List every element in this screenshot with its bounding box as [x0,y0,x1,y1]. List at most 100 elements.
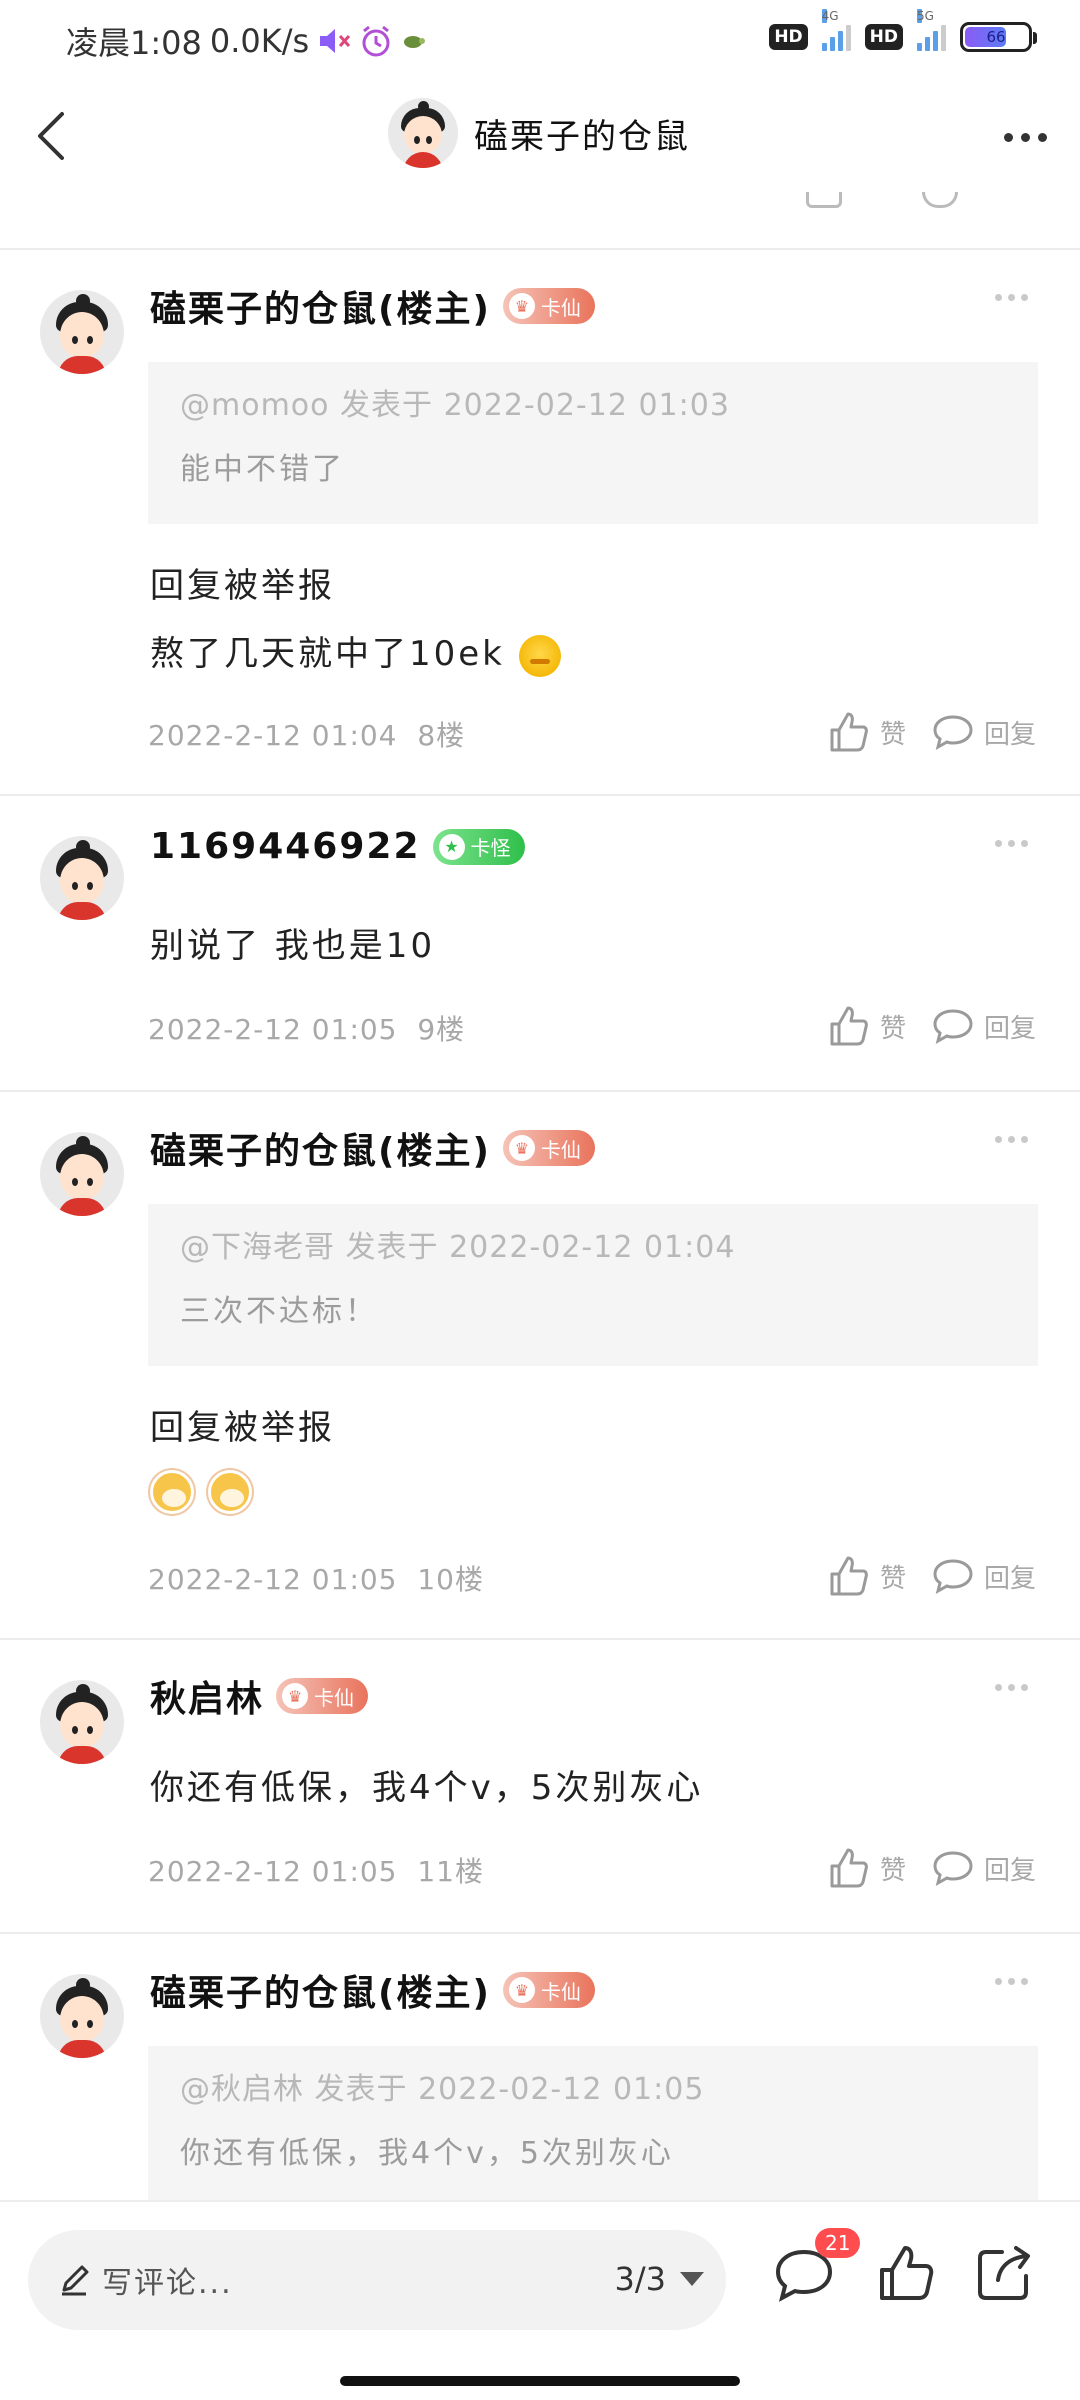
username[interactable]: 磕栗子的仓鼠(楼主) [150,1122,491,1174]
page-title: 磕栗子的仓鼠 [474,116,690,157]
speech-bubble-icon [933,715,973,750]
badge-label: 卡仙 [314,1685,355,1710]
crown-icon: ♛ [508,1977,535,2003]
status-right: HD 4G HD 5G 66 [769,9,1037,52]
comment-date: 2022-2-12 01:04 [148,719,398,752]
like-icon[interactable] [806,192,842,208]
page-indicator: 3/3 [614,2260,667,2298]
comment-item: 磕栗子的仓鼠(楼主) ♛ 卡仙 @momoo 发表于 2022-02-12 01:… [0,250,1080,796]
like-button[interactable]: 赞 [826,1846,906,1890]
avatar[interactable] [40,1680,124,1764]
comment-meta: 2022-2-12 01:05 9楼 [148,1008,465,1048]
floor-number: 10楼 [417,1563,484,1596]
like-button[interactable]: 赞 [826,1554,906,1598]
comment-text-line: 熬了几天就中了10ek [150,626,561,677]
comment-actions: 赞 回复 [826,1846,1036,1890]
badge-label: 卡仙 [540,1979,581,2004]
username[interactable]: 磕栗子的仓鼠(楼主) [150,1964,491,2016]
clock-text: 凌晨1:08 [66,24,202,62]
reply-button[interactable]: 回复 [932,1849,1036,1887]
header-user[interactable]: 磕栗子的仓鼠 [388,98,690,168]
comment-item: 秋启林 ♛ 卡仙 你还有低保，我4个v，5次别灰心 2022-2-12 01:05… [0,1640,1080,1934]
speech-bubble-icon [933,1009,973,1044]
comment-placeholder: 写评论... [102,2266,233,2301]
avatar[interactable] [40,836,124,920]
username[interactable]: 磕栗子的仓鼠(楼主) [150,280,491,332]
star-icon: ★ [438,833,465,860]
like-button[interactable]: 赞 [826,1004,906,1048]
avatar[interactable] [40,1974,124,2058]
level-badge: ♛ 卡仙 [276,1678,369,1714]
comment-actions: 赞 回复 [826,1554,1036,1598]
comment-more-icon[interactable] [995,840,1028,847]
quoted-reply: @momoo 发表于 2022-02-12 01:03 能中不错了 [148,362,1038,524]
thumbs-up-icon[interactable] [874,2242,938,2306]
quoted-reply: @下海老哥 发表于 2022-02-12 01:04 三次不达标！ [148,1204,1038,1366]
badge-label: 卡仙 [540,295,581,320]
like-label: 赞 [879,1855,906,1886]
reply-button[interactable]: 回复 [932,1007,1036,1045]
level-badge: ♛ 卡仙 [502,288,595,324]
battery-icon: 66 [960,22,1037,52]
signal-4g-icon: 4G [821,9,851,51]
reply-button[interactable]: 回复 [932,713,1036,751]
net-5g-label: 5G [917,9,934,23]
comment-text: 回复被举报 [150,566,335,606]
level-badge: ♛ 卡仙 [502,1972,595,2008]
floor-number: 8楼 [417,719,466,752]
comment-header: 1169446922 ★ 卡怪 [150,826,525,867]
badge-label: 卡仙 [540,1137,581,1162]
quote-meta: @momoo 发表于 2022-02-12 01:03 [180,388,730,423]
bottom-bar: 写评论... 3/3 21 [0,2200,1080,2400]
doge-emoji-icon [207,1470,252,1514]
comment-input[interactable]: 写评论... 3/3 [28,2230,726,2330]
comment-header: 秋启林 ♛ 卡仙 [150,1670,369,1722]
reply-label: 回复 [983,719,1036,750]
level-badge: ★ 卡怪 [432,828,525,865]
avatar[interactable] [40,1132,124,1216]
comment-text: 别说了 我也是10 [150,926,436,966]
comment-item: 磕栗子的仓鼠(楼主) ♛ 卡仙 @下海老哥 发表于 2022-02-12 01:0… [0,1092,1080,1640]
hd-badge-1: HD [769,24,808,50]
previous-comment-partial [0,192,1080,250]
share-icon[interactable] [972,2242,1036,2306]
comment-more-icon[interactable] [995,1978,1028,1985]
back-arrow-icon[interactable] [24,106,84,166]
thumbs-up-icon [830,1556,868,1596]
crown-icon: ♛ [508,1135,535,1161]
quote-text: 能中不错了 [180,452,345,487]
net-4g-label: 4G [821,9,839,23]
username[interactable]: 1169446922 [150,826,421,867]
username[interactable]: 秋启林 [150,1670,264,1722]
comment-text: 回复被举报 [150,1408,335,1448]
page-selector[interactable]: 3/3 [614,2260,704,2298]
reply-button[interactable]: 回复 [932,1557,1036,1595]
comment-item: 1169446922 ★ 卡怪 别说了 我也是10 2022-2-12 01:05… [0,796,1080,1092]
comment-date: 2022-2-12 01:05 [148,1855,398,1888]
crown-icon: ♛ [282,1683,309,1709]
comment-more-icon[interactable] [995,1684,1028,1691]
speech-bubble-icon [933,1851,973,1886]
battery-level: 66 [986,28,1006,46]
floor-number: 11楼 [417,1855,484,1888]
comment-more-icon[interactable] [995,1136,1028,1143]
floor-number: 9楼 [417,1013,466,1046]
status-left: 凌晨1:08 0.0K/s [66,18,426,64]
comment-header: 磕栗子的仓鼠(楼主) ♛ 卡仙 [150,1964,595,2016]
comment-actions: 赞 回复 [826,710,1036,754]
comment-more-icon[interactable] [995,294,1028,301]
reply-icon[interactable] [922,192,958,208]
comment-text-line-content: 熬了几天就中了10ek [150,634,505,674]
reply-label: 回复 [983,1013,1036,1044]
quote-meta: @秋启林 发表于 2022-02-12 01:05 [180,2072,705,2107]
avatar[interactable] [40,290,124,374]
home-indicator[interactable] [340,2376,740,2386]
thumbs-up-icon [830,1006,868,1046]
signal-5g-icon: 5G [917,9,946,51]
like-button[interactable]: 赞 [826,710,906,754]
more-options-icon[interactable] [990,112,1060,162]
quote-meta: @下海老哥 发表于 2022-02-12 01:04 [180,1230,736,1265]
comment-meta: 2022-2-12 01:05 10楼 [148,1558,484,1598]
net-speed-text: 0.0K/s [209,22,310,60]
comment-meta: 2022-2-12 01:05 11楼 [148,1850,484,1890]
